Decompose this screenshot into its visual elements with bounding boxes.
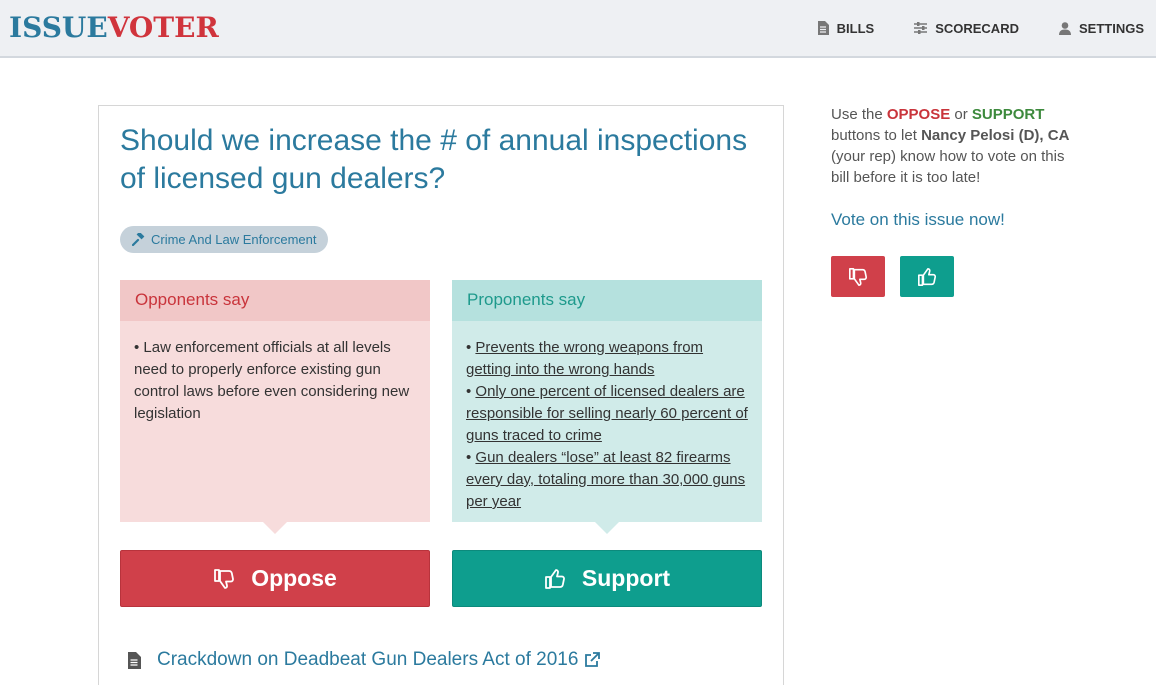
instructions-text: buttons to let (831, 127, 922, 144)
support-button[interactable]: Support (452, 550, 762, 607)
instructions-text: (your rep) know how to vote on this bill… (831, 148, 1065, 186)
opponents-pointer (263, 522, 287, 534)
quick-oppose-button[interactable] (831, 256, 885, 297)
bill-link[interactable]: Crackdown on Deadbeat Gun Dealers Act of… (127, 649, 601, 671)
proponent-point: • Only one percent of licensed dealers a… (466, 383, 748, 444)
category-tag-label: Crime And Law Enforcement (151, 232, 317, 247)
opponent-point: • Law enforcement officials at all level… (134, 339, 410, 422)
thumbs-down-icon (849, 267, 868, 286)
proponents-heading: Proponents say (452, 280, 762, 321)
nav-scorecard-label: SCORECARD (935, 20, 1019, 36)
quick-vote-buttons (831, 256, 954, 297)
support-button-label: Support (581, 565, 671, 591)
nav-settings[interactable]: SETTINGS (1058, 20, 1144, 36)
quick-support-button[interactable] (900, 256, 954, 297)
user-icon (1058, 21, 1071, 35)
vote-instructions: Use the OPPOSE or SUPPORT buttons to let… (831, 104, 1071, 188)
proponent-point: • Gun dealers “lose” at least 82 firearm… (466, 449, 746, 510)
instructions-text: or (950, 106, 972, 123)
main-nav: BILLS SCORECARD SETTINGS (777, 0, 1144, 56)
oppose-button[interactable]: Oppose (120, 550, 430, 607)
oppose-button-label: Oppose (251, 565, 337, 591)
opponents-panel: Opponents say • Law enforcement official… (120, 280, 430, 534)
gavel-icon (132, 233, 145, 246)
sliders-icon (914, 22, 928, 34)
document-icon (128, 651, 141, 669)
instructions-text: Use the (831, 106, 887, 123)
external-link-icon (585, 652, 601, 667)
oppose-word: OPPOSE (886, 106, 951, 123)
logo-voter: VOTER (107, 11, 219, 44)
vote-cta: Vote on this issue now! (831, 210, 1005, 229)
thumbs-up-icon (545, 568, 565, 589)
proponent-point-link-3[interactable]: Gun dealers “lose” at least 82 firearms … (466, 449, 745, 510)
vote-sidebar: Use the OPPOSE or SUPPORT buttons to let… (831, 104, 1071, 297)
proponent-point-link-2[interactable]: Only one percent of licensed dealers are… (466, 383, 748, 444)
issue-card: Should we increase the # of annual inspe… (98, 105, 784, 685)
category-tag[interactable]: Crime And Law Enforcement (120, 226, 329, 253)
logo[interactable]: ISSUEVOTER (9, 11, 219, 44)
opponents-heading: Opponents say (120, 280, 430, 321)
proponents-panel: Proponents say • Prevents the wrong weap… (452, 280, 762, 534)
support-word: SUPPORT (971, 106, 1045, 123)
issue-title: Should we increase the # of annual inspe… (120, 124, 748, 195)
nav-bills-label: BILLS (836, 20, 875, 36)
proponent-point-link-1[interactable]: Prevents the wrong weapons from getting … (466, 339, 703, 378)
thumbs-down-icon (214, 568, 235, 589)
logo-issue: ISSUE (9, 11, 108, 44)
opponents-body: • Law enforcement officials at all level… (120, 321, 430, 441)
top-navbar: ISSUEVOTER BILLS SCORECARD SETTINGS (0, 0, 1156, 58)
thumbs-up-icon (918, 267, 937, 286)
document-icon (817, 21, 829, 35)
bill-title: Crackdown on Deadbeat Gun Dealers Act of… (157, 649, 579, 670)
rep-name: Nancy Pelosi (D), CA (921, 127, 1070, 144)
proponents-pointer (595, 522, 619, 534)
proponents-body: • Prevents the wrong weapons from gettin… (452, 321, 762, 529)
proponent-point: • Prevents the wrong weapons from gettin… (466, 339, 704, 378)
nav-bills[interactable]: BILLS (817, 20, 875, 36)
nav-settings-label: SETTINGS (1078, 20, 1144, 36)
nav-scorecard[interactable]: SCORECARD (914, 21, 1019, 36)
